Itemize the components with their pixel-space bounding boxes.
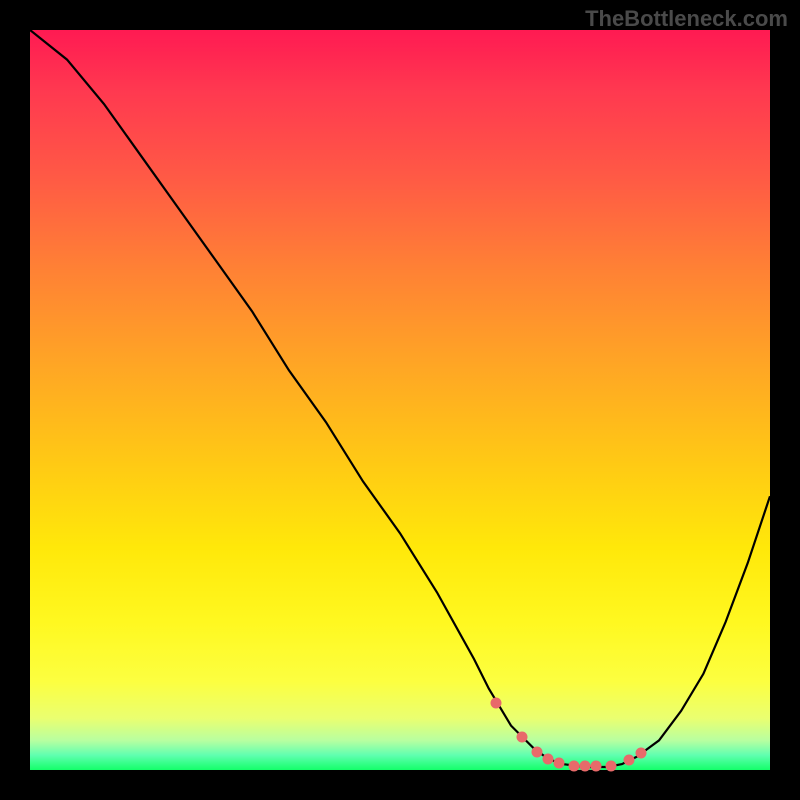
highlight-dot [605,760,616,771]
highlight-dots [30,30,770,770]
highlight-dot [543,753,554,764]
highlight-dot [580,761,591,772]
chart-plot-area [30,30,770,770]
highlight-dot [635,747,646,758]
highlight-dot [591,761,602,772]
highlight-dot [624,755,635,766]
highlight-dot [517,731,528,742]
highlight-dot [554,757,565,768]
watermark: TheBottleneck.com [585,6,788,32]
highlight-dot [568,760,579,771]
highlight-dot [491,698,502,709]
highlight-dot [531,746,542,757]
